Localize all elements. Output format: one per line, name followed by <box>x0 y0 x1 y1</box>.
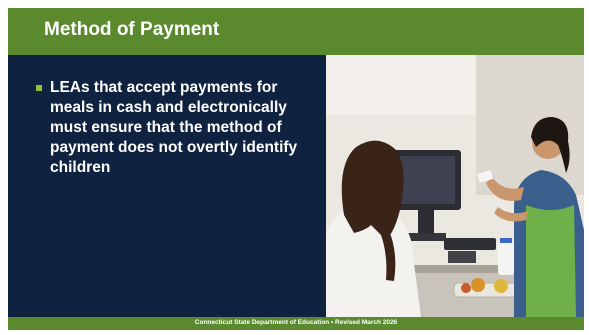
bullet-item: LEAs that accept payments for meals in c… <box>36 78 306 178</box>
title-bar: Method of Payment <box>8 8 584 55</box>
square-bullet-icon <box>36 85 42 91</box>
slide-title: Method of Payment <box>44 19 220 40</box>
cafeteria-photo <box>326 55 584 317</box>
footer-text: Connecticut State Department of Educatio… <box>194 319 398 326</box>
bullet-text: LEAs that accept payments for meals in c… <box>50 79 298 176</box>
slide: Method of Payment LEAs that accept payme… <box>0 0 589 335</box>
cafeteria-illustration <box>326 55 584 317</box>
footer-bar: Connecticut State Department of Educatio… <box>8 317 584 330</box>
